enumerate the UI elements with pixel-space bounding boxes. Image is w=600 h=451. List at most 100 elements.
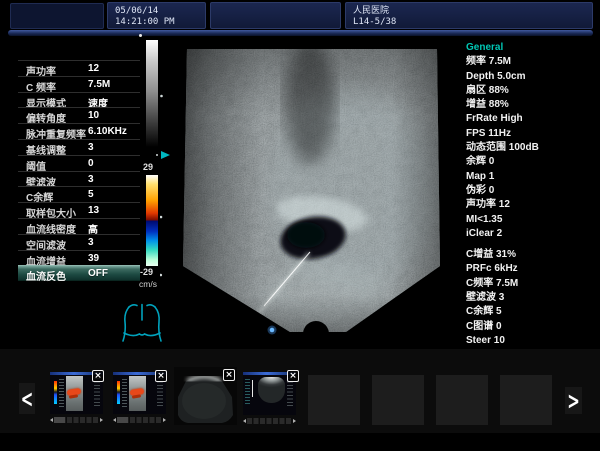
- empty-thumbnail-slot-1: [308, 375, 360, 425]
- parameter-row-flow-gain[interactable]: 血流增益 39: [18, 250, 140, 266]
- info-line-gain: 增益 88%: [466, 98, 598, 112]
- info-line-mi: MI<1.35: [466, 213, 598, 227]
- info-line-dynamic-range: 动态范围 100dB: [466, 141, 598, 155]
- info-line-prfc: PRFc 6kHz: [466, 262, 598, 276]
- parameter-row-threshold[interactable]: 阈值 0: [18, 155, 140, 171]
- info-section-gap: [466, 241, 598, 248]
- info-line-fps: FPS 11Hz: [466, 127, 598, 141]
- info-line-c-persistence: C余辉 5: [466, 305, 598, 319]
- chevron-left-icon: <: [21, 384, 34, 413]
- hospital-box: 人民医院 L14-5/38: [345, 2, 593, 29]
- parameter-row-flow-invert-selected[interactable]: 血流反色 OFF: [18, 265, 140, 281]
- parameter-panel: 声功率 12 C 频率 7.5M 显示模式 速度 偏转角度 10 脉冲重复频率 …: [18, 60, 140, 281]
- filmstrip-frames: [54, 417, 99, 423]
- parameter-row-display-mode[interactable]: 显示模式 速度: [18, 92, 140, 108]
- thumbnail-grayscale-bar: [252, 380, 253, 397]
- velocity-min-label: -29: [140, 267, 153, 277]
- velocity-max-label: 29: [143, 162, 153, 172]
- close-thumbnail-2-button[interactable]: ×: [155, 370, 167, 382]
- parameter-value: 3: [88, 142, 94, 153]
- color-doppler-bar: [146, 175, 158, 266]
- parameter-value: OFF: [88, 268, 108, 279]
- date-text: 05/06/14: [115, 6, 158, 17]
- thumbnails-prev-button[interactable]: <: [19, 383, 35, 414]
- graymap-marker-dot: [156, 154, 158, 156]
- thumbnail-filmstrip: [113, 416, 166, 424]
- parameter-row-prf[interactable]: 脉冲重复频率 6.10KHz: [18, 123, 140, 139]
- parameter-row-steer-angle[interactable]: 偏转角度 10: [18, 107, 140, 123]
- parameter-value: 3: [88, 237, 94, 248]
- parameter-row-c-persistence[interactable]: C余辉 5: [18, 186, 140, 202]
- thumbnail-filmstrip: [50, 416, 103, 424]
- datetime-box: 05/06/14 14:21:00 PM: [107, 2, 206, 29]
- parameter-value: 0: [88, 158, 94, 169]
- thumbnails-next-button[interactable]: >: [565, 387, 582, 414]
- info-line-steer: Steer 10: [466, 334, 598, 348]
- thumbnail-filmstrip: [243, 417, 296, 425]
- info-line-c-frequency: C频率 7.5M: [466, 277, 598, 291]
- filmstrip-frames: [247, 418, 292, 424]
- close-thumbnail-3-button[interactable]: ×: [223, 369, 235, 381]
- close-icon: ×: [289, 371, 297, 381]
- parameter-row-acoustic-power[interactable]: 声功率 12: [18, 60, 140, 76]
- hospital-name: 人民医院: [353, 6, 389, 17]
- probe-model: L14-5/38: [353, 17, 396, 28]
- thumbnail-image-area: [66, 376, 83, 411]
- parameter-row-packet-size[interactable]: 取样包大小 13: [18, 202, 140, 218]
- parameter-value: 5: [88, 189, 94, 200]
- empty-thumbnail-slot-3: [436, 375, 488, 425]
- parameter-row-c-frequency[interactable]: C 频率 7.5M: [18, 76, 140, 92]
- info-line-sector: 扇区 88%: [466, 84, 598, 98]
- info-line-acoustic-power: 声功率 12: [466, 198, 598, 212]
- time-text: 14:21:00 PM: [115, 17, 175, 28]
- logo-box: [10, 3, 104, 29]
- parameter-row-baseline[interactable]: 基线调整 3: [18, 139, 140, 155]
- parameter-value: 7.5M: [88, 79, 110, 90]
- info-line-c-gain: C增益 31%: [466, 248, 598, 262]
- parameter-label: 血流反色: [26, 268, 66, 283]
- info-panel: General 频率 7.5M Depth 5.0cm 扇区 88% 增益 88…: [466, 41, 598, 348]
- close-thumbnail-4-button[interactable]: ×: [287, 370, 299, 382]
- thumbnail-colorbar: [117, 381, 120, 404]
- grayscale-top-marker: [139, 34, 142, 37]
- doppler-flow-blob: [69, 394, 78, 398]
- doppler-flow-blob: [132, 394, 141, 398]
- empty-thumbnail-slot-4: [500, 375, 552, 425]
- patient-info-box: [210, 2, 341, 29]
- parameter-value: 3: [88, 174, 94, 185]
- empty-thumbnail-slot-2: [372, 375, 424, 425]
- grayscale-bar: [146, 40, 158, 155]
- thumbnail-image-area: [129, 376, 146, 411]
- thumbnail-image-area: [258, 377, 285, 403]
- chevron-right-icon: >: [567, 386, 580, 415]
- info-line-wall-filter: 壁滤波 3: [466, 291, 598, 305]
- info-line-frequency: 频率 7.5M: [466, 55, 598, 69]
- info-line-map: Map 1: [466, 170, 598, 184]
- parameter-value: 13: [88, 205, 99, 216]
- close-icon: ×: [157, 371, 165, 381]
- velocity-unit-label: cm/s: [139, 279, 157, 289]
- parameter-value: 12: [88, 63, 99, 74]
- focus-marker: [268, 326, 277, 335]
- thumbnail-annotation-text: [287, 378, 293, 408]
- ultrasound-workstation-screen: 05/06/14 14:21:00 PM 人民医院 L14-5/38 声功率 1…: [0, 0, 600, 451]
- info-section-title: General: [466, 41, 598, 55]
- thumbnail-annotation-text: [122, 379, 127, 407]
- body-marker-icon: [119, 300, 165, 351]
- close-thumbnail-1-button[interactable]: ×: [92, 370, 104, 382]
- info-line-frame-rate: FrRate High: [466, 112, 598, 126]
- parameter-value: 10: [88, 110, 99, 121]
- close-icon: ×: [225, 370, 233, 380]
- thumbnail-annotation-text: [157, 378, 163, 408]
- parameter-value: 39: [88, 253, 99, 264]
- info-line-depth: Depth 5.0cm: [466, 70, 598, 84]
- close-icon: ×: [94, 371, 102, 381]
- parameter-value: 6.10KHz: [88, 126, 127, 137]
- header-divider-strip: [8, 30, 593, 36]
- parameter-row-spatial-filter[interactable]: 空间滤波 3: [18, 234, 140, 250]
- ultrasound-image[interactable]: [160, 40, 450, 340]
- info-line-persistence: 余辉 0: [466, 155, 598, 169]
- thumbnail-annotation-text: [94, 378, 100, 408]
- parameter-row-wall-filter[interactable]: 壁滤波 3: [18, 171, 140, 187]
- parameter-row-line-density[interactable]: 血流线密度 高: [18, 218, 140, 234]
